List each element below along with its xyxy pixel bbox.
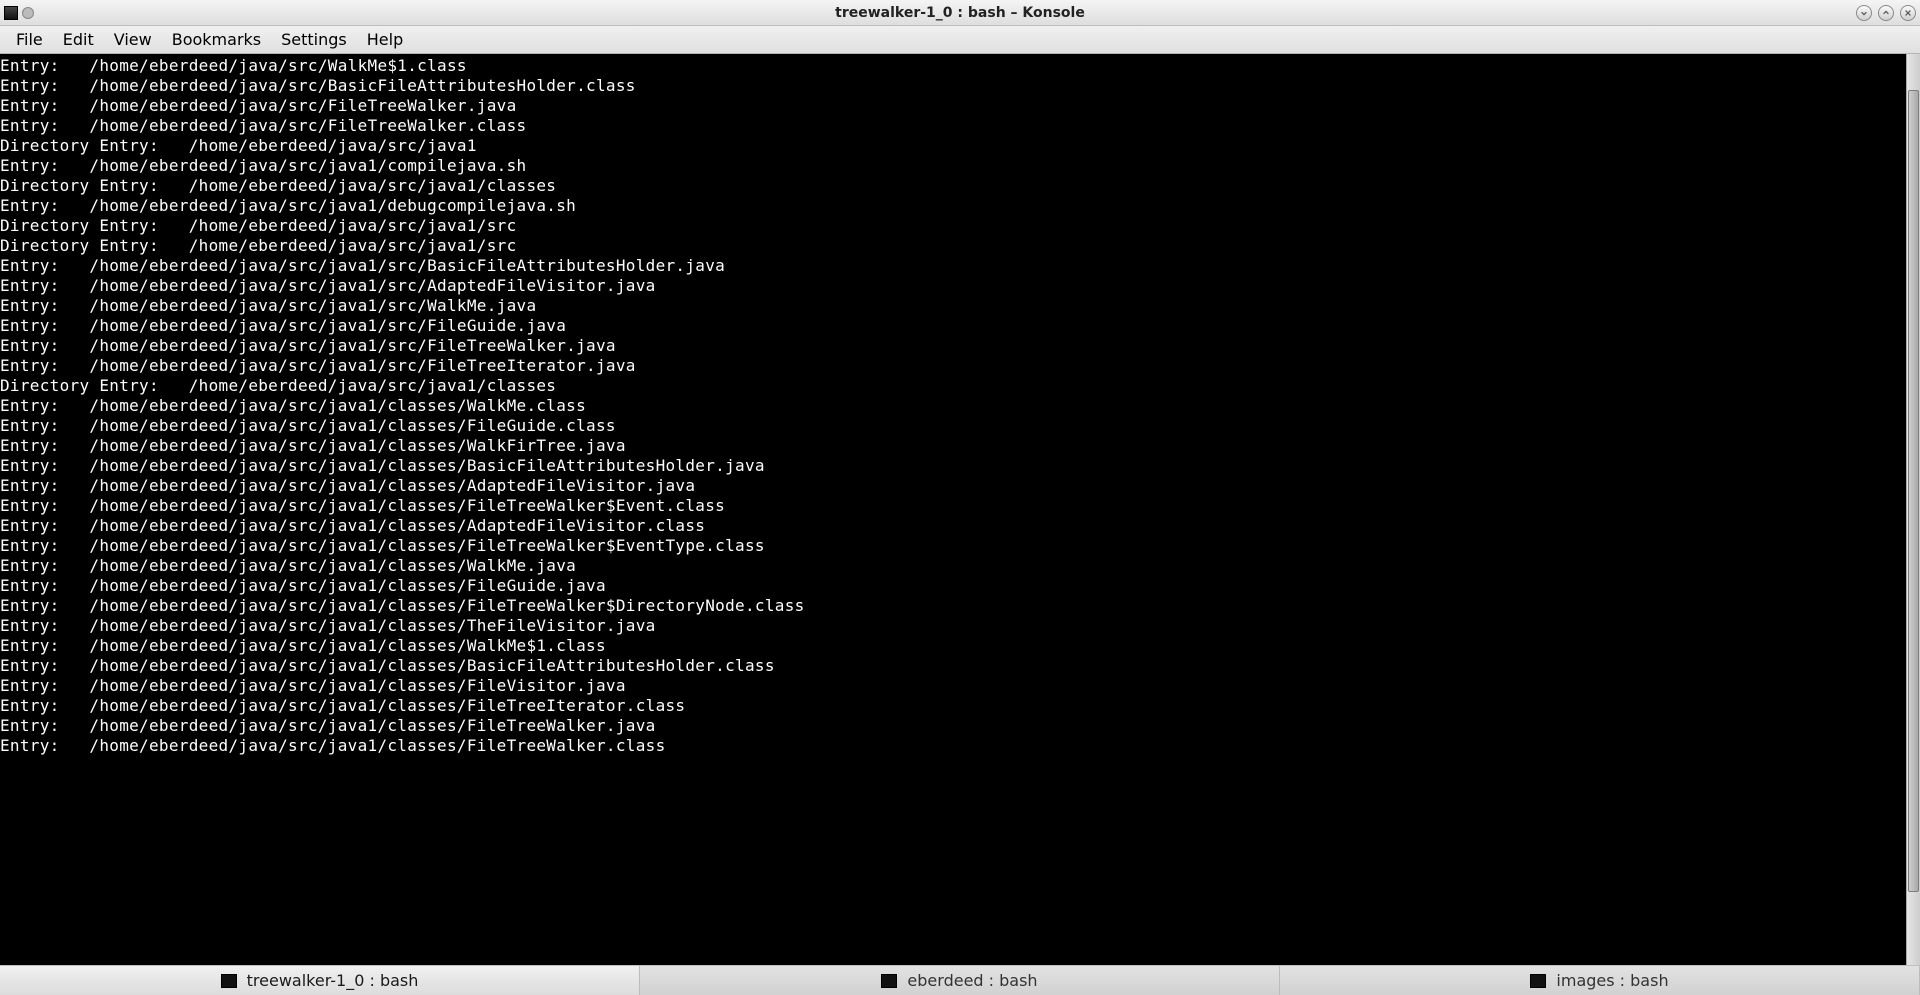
terminal-line: Entry: /home/eberdeed/java/src/java1/cla… [0, 616, 1906, 636]
terminal-line: Entry: /home/eberdeed/java/src/FileTreeW… [0, 96, 1906, 116]
window-title: treewalker-1_0 : bash – Konsole [835, 5, 1085, 21]
tab-label: treewalker-1_0 : bash [247, 971, 419, 990]
menu-file[interactable]: File [6, 28, 53, 51]
maximize-button[interactable] [1878, 5, 1894, 21]
terminal-line: Entry: /home/eberdeed/java/src/java1/cla… [0, 716, 1906, 736]
terminal-line: Directory Entry: /home/eberdeed/java/src… [0, 216, 1906, 236]
terminal-line: Entry: /home/eberdeed/java/src/java1/cla… [0, 576, 1906, 596]
menu-help[interactable]: Help [357, 28, 413, 51]
terminal-line: Entry: /home/eberdeed/java/src/java1/cla… [0, 516, 1906, 536]
terminal-line: Entry: /home/eberdeed/java/src/java1/src… [0, 276, 1906, 296]
terminal-line: Entry: /home/eberdeed/java/src/java1/cla… [0, 556, 1906, 576]
menu-bookmarks[interactable]: Bookmarks [162, 28, 271, 51]
menu-settings[interactable]: Settings [271, 28, 357, 51]
terminal-line: Entry: /home/eberdeed/java/src/java1/src… [0, 256, 1906, 276]
terminal-line: Entry: /home/eberdeed/java/src/java1/cla… [0, 536, 1906, 556]
terminal-line: Entry: /home/eberdeed/java/src/java1/cla… [0, 496, 1906, 516]
tab-2[interactable]: images : bash [1280, 966, 1920, 995]
terminal-line: Directory Entry: /home/eberdeed/java/src… [0, 236, 1906, 256]
scrollbar[interactable] [1906, 54, 1920, 965]
terminal-line: Entry: /home/eberdeed/java/src/java1/cla… [0, 456, 1906, 476]
tab-0[interactable]: treewalker-1_0 : bash [0, 966, 640, 995]
terminal-line: Entry: /home/eberdeed/java/src/java1/cla… [0, 736, 1906, 756]
terminal-output: Entry: /home/eberdeed/java/src/WalkMe$1.… [0, 56, 1906, 756]
terminal-line: Entry: /home/eberdeed/java/src/java1/cla… [0, 476, 1906, 496]
tab-label: images : bash [1556, 971, 1668, 990]
terminal-line: Entry: /home/eberdeed/java/src/java1/src… [0, 336, 1906, 356]
terminal-area: Entry: /home/eberdeed/java/src/WalkMe$1.… [0, 54, 1920, 965]
close-button[interactable] [1900, 5, 1916, 21]
terminal-line: Entry: /home/eberdeed/java/src/java1/src… [0, 356, 1906, 376]
titlebar: treewalker-1_0 : bash – Konsole [0, 0, 1920, 26]
terminal-line: Entry: /home/eberdeed/java/src/java1/cla… [0, 436, 1906, 456]
tab-1[interactable]: eberdeed : bash [640, 966, 1280, 995]
terminal-line: Entry: /home/eberdeed/java/src/FileTreeW… [0, 116, 1906, 136]
titlebar-left-icons [0, 6, 34, 20]
window-controls [1856, 5, 1916, 21]
tab-label: eberdeed : bash [907, 971, 1037, 990]
terminal-line: Entry: /home/eberdeed/java/src/java1/src… [0, 316, 1906, 336]
terminal-line: Entry: /home/eberdeed/java/src/java1/cla… [0, 636, 1906, 656]
terminal[interactable]: Entry: /home/eberdeed/java/src/WalkMe$1.… [0, 54, 1906, 965]
terminal-line: Entry: /home/eberdeed/java/src/java1/cla… [0, 416, 1906, 436]
menu-view[interactable]: View [104, 28, 162, 51]
tabbar: treewalker-1_0 : bash eberdeed : bash imag… [0, 965, 1920, 995]
minimize-button[interactable] [1856, 5, 1872, 21]
terminal-line: Directory Entry: /home/eberdeed/java/src… [0, 176, 1906, 196]
terminal-icon [881, 974, 897, 988]
terminal-line: Entry: /home/eberdeed/java/src/java1/cla… [0, 676, 1906, 696]
terminal-icon [1530, 974, 1546, 988]
terminal-line: Entry: /home/eberdeed/java/src/java1/cla… [0, 596, 1906, 616]
menubar: File Edit View Bookmarks Settings Help [0, 26, 1920, 54]
terminal-line: Entry: /home/eberdeed/java/src/java1/cla… [0, 696, 1906, 716]
terminal-line: Directory Entry: /home/eberdeed/java/src… [0, 376, 1906, 396]
terminal-line: Entry: /home/eberdeed/java/src/BasicFile… [0, 76, 1906, 96]
terminal-line: Entry: /home/eberdeed/java/src/java1/cla… [0, 396, 1906, 416]
scrollbar-thumb[interactable] [1908, 90, 1919, 892]
terminal-icon [221, 974, 237, 988]
menu-edit[interactable]: Edit [53, 28, 104, 51]
terminal-line: Entry: /home/eberdeed/java/src/java1/deb… [0, 196, 1906, 216]
terminal-line: Entry: /home/eberdeed/java/src/WalkMe$1.… [0, 56, 1906, 76]
app-icon-secondary [22, 7, 34, 19]
terminal-line: Entry: /home/eberdeed/java/src/java1/cla… [0, 656, 1906, 676]
terminal-line: Directory Entry: /home/eberdeed/java/src… [0, 136, 1906, 156]
app-icon [4, 6, 18, 20]
terminal-line: Entry: /home/eberdeed/java/src/java1/com… [0, 156, 1906, 176]
terminal-line: Entry: /home/eberdeed/java/src/java1/src… [0, 296, 1906, 316]
